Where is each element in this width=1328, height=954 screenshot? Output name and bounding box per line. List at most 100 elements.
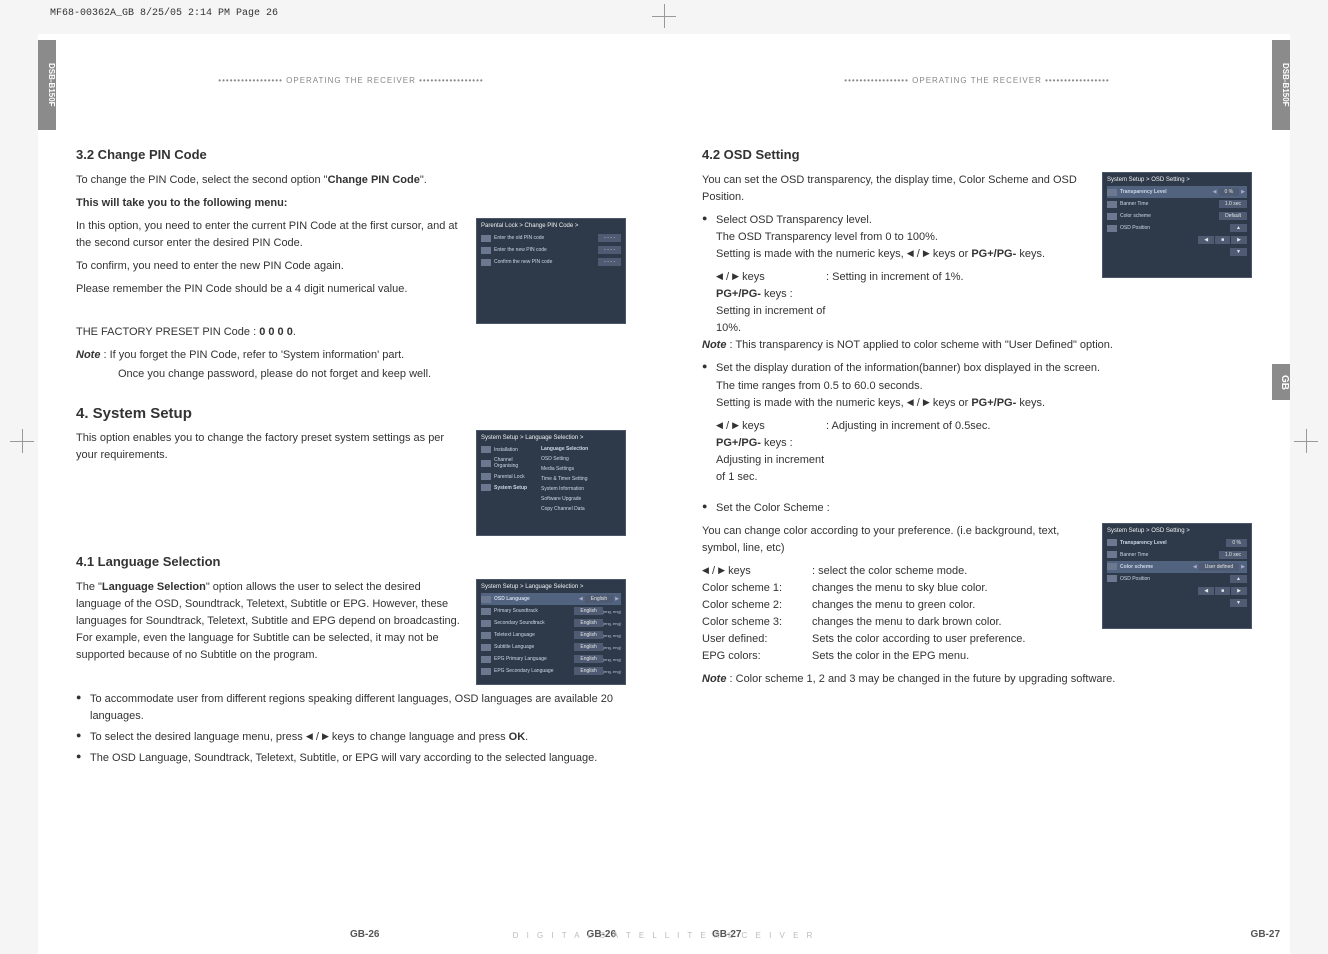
shot3-v1: English <box>585 595 613 603</box>
s32-note-2: Once you change password, please do not … <box>76 366 626 383</box>
footer-page-left: GB-26 <box>350 929 379 940</box>
shot4-r4: OSD Position <box>1120 225 1230 231</box>
shot4-breadcrumb: System Setup > OSD Setting > <box>1107 177 1247 186</box>
shot3-r2: Primary Soundtrack <box>494 608 574 614</box>
shot1-r2: Enter the new PIN code <box>494 247 598 253</box>
footer-page-right: GB-27 <box>1251 929 1280 940</box>
shot2-m6: Software Upgrade <box>541 496 621 502</box>
shot5-v2: 1.0 sec <box>1219 551 1247 559</box>
s32-p1: To change the PIN Code, select the secon… <box>76 172 626 189</box>
shot2-side2: Channel Organising <box>494 457 537 469</box>
shot2-side4: System Setup <box>494 485 537 491</box>
shot3-v3b: (eng, eng) <box>603 621 621 626</box>
s42-def-5: EPG colors:Sets the color in the EPG men… <box>702 648 1088 665</box>
shot1-v3: - - - - <box>598 258 621 266</box>
shot3-v2a: English <box>574 607 602 615</box>
s42-def-1: Color scheme 1:changes the menu to sky b… <box>702 580 1088 597</box>
s42-key-row-4: PG+/PG- keys : Adjusting in increment of… <box>716 435 1252 486</box>
shot3-v7a: English <box>574 667 602 675</box>
screenshot-language-selection: System Setup > Language Selection > OSD … <box>476 579 626 685</box>
shot3-v6a: English <box>574 655 602 663</box>
screenshot-osd-setting-1: System Setup > OSD Setting > Transparenc… <box>1102 172 1252 278</box>
s32-p4: To confirm, you need to enter the new PI… <box>76 258 462 275</box>
shot3-v2b: (eng, eng) <box>603 609 621 614</box>
shot2-side1: Installation <box>494 447 537 453</box>
s41-b3: The OSD Language, Soundtrack, Teletext, … <box>76 750 626 767</box>
spine-tab-gb: GB <box>1272 364 1290 400</box>
shot3-r1: OSD Language <box>494 596 577 602</box>
shot2-m2: OSD Setting <box>541 456 621 462</box>
spine-tab-model-left: DSB-B150F <box>38 40 56 130</box>
screenshot-system-setup: System Setup > Language Selection > Inst… <box>476 430 626 536</box>
s32-p3: In this option, you need to enter the cu… <box>76 218 462 252</box>
shot4-v1: 0 % <box>1219 188 1240 196</box>
shot3-r3: Secondary Soundtrack <box>494 620 574 626</box>
shot3-v4b: (eng, eng) <box>603 633 621 638</box>
crop-mark-right <box>1294 429 1318 453</box>
shot2-m4: Time & Timer Setting <box>541 476 621 482</box>
shot3-v5b: (eng, eng) <box>603 645 621 650</box>
shot1-r1: Enter the old PIN code <box>494 235 598 241</box>
shot3-v3a: English <box>574 619 602 627</box>
s42-key-row-1: ◀ / ▶ keys: Setting in increment of 1%. <box>716 269 1088 286</box>
crop-mark-left <box>10 429 34 453</box>
s42-b1: Select OSD Transparency level. The OSD T… <box>702 212 1088 263</box>
page-right: DSB-B150F GB ••••••••••••••••• OPERATING… <box>664 34 1290 954</box>
shot1-v1: - - - - <box>598 234 621 242</box>
shot4-r2: Banner Time <box>1120 201 1219 207</box>
shot1-v2: - - - - <box>598 246 621 254</box>
page-left: DSB-B150F ••••••••••••••••• OPERATING TH… <box>38 34 664 954</box>
shot3-v7b: (eng, eng) <box>603 669 621 674</box>
shot3-v5a: English <box>574 643 602 651</box>
shot3-breadcrumb: System Setup > Language Selection > <box>481 584 621 593</box>
spine-tab-model-right: DSB-B150F <box>1272 40 1290 130</box>
shot5-r4: OSD Position <box>1120 576 1230 582</box>
shot5-r3: Color scheme <box>1120 564 1191 570</box>
footer-text: D I G I T A L S A T E L L I T E R E C E … <box>0 931 1328 940</box>
s42-def-keys: ◀ / ▶ keys: select the color scheme mode… <box>702 563 1088 580</box>
screenshot-osd-setting-2: System Setup > OSD Setting > Transparenc… <box>1102 523 1252 629</box>
s32-p6: THE FACTORY PRESET PIN Code : 0 0 0 0. <box>76 324 626 341</box>
s42-note-1: Note : This transparency is NOT applied … <box>702 337 1252 354</box>
shot4-r3: Color scheme <box>1120 213 1219 219</box>
shot2-breadcrumb: System Setup > Language Selection > <box>481 435 621 444</box>
s41-p1: The "Language Selection" option allows t… <box>76 579 462 664</box>
shot2-m7: Copy Channel Data <box>541 506 621 512</box>
page-header-left: ••••••••••••••••• OPERATING THE RECEIVER… <box>76 34 626 139</box>
shot3-r4: Teletext Language <box>494 632 574 638</box>
s42-p2: You can change color according to your p… <box>702 523 1088 557</box>
section-4-1-title: 4.1 Language Selection <box>76 554 626 569</box>
shot5-v3: User defined <box>1199 563 1239 571</box>
shot4-v3: Default <box>1219 212 1247 220</box>
shot3-v6b: (eng, eng) <box>603 657 621 662</box>
shot3-r7: EPG Secondary Language <box>494 668 574 674</box>
s42-def-2: Color scheme 2:changes the menu to green… <box>702 597 1088 614</box>
s32-p2: This will take you to the following menu… <box>76 195 626 212</box>
s42-note-2: Note : Color scheme 1, 2 and 3 may be ch… <box>702 671 1252 688</box>
shot2-m5: System Information <box>541 486 621 492</box>
crop-mark-top <box>652 4 676 28</box>
s32-p5: Please remember the PIN Code should be a… <box>76 281 462 298</box>
shot3-r5: Subtitle Language <box>494 644 574 650</box>
shot4-r1: Transparency Level <box>1120 189 1211 195</box>
shot2-side3: Parental Lock <box>494 474 537 480</box>
shot1-r3: Confirm the new PIN code <box>494 259 598 265</box>
print-meta-header: MF68-00362A_GB 8/25/05 2:14 PM Page 26 <box>50 8 278 19</box>
section-4-2-title: 4.2 OSD Setting <box>702 147 1252 162</box>
s32-note: Note : If you forget the PIN Code, refer… <box>76 347 626 364</box>
s42-p1: You can set the OSD transparency, the di… <box>702 172 1088 206</box>
shot3-v4a: English <box>574 631 602 639</box>
s4-p1: This option enables you to change the fa… <box>76 430 462 464</box>
screenshot-change-pin: Parental Lock > Change PIN Code > Enter … <box>476 218 626 324</box>
s41-b1: To accommodate user from different regio… <box>76 691 626 725</box>
s42-key-row-3: ◀ / ▶ keys: Adjusting in increment of 0.… <box>716 418 1252 435</box>
s41-b2: To select the desired language menu, pre… <box>76 729 626 746</box>
shot3-r6: EPG Primary Language <box>494 656 574 662</box>
section-3-2-title: 3.2 Change PIN Code <box>76 147 626 162</box>
s42-key-row-2: PG+/PG- keys : Setting in increment of 1… <box>716 286 1088 337</box>
shot5-breadcrumb: System Setup > OSD Setting > <box>1107 528 1247 537</box>
shot5-r1: Transparency Level <box>1120 540 1226 546</box>
shot5-r2: Banner Time <box>1120 552 1219 558</box>
shot2-m1: Language Selection <box>541 446 621 452</box>
shot4-v2: 1.0 sec <box>1219 200 1247 208</box>
